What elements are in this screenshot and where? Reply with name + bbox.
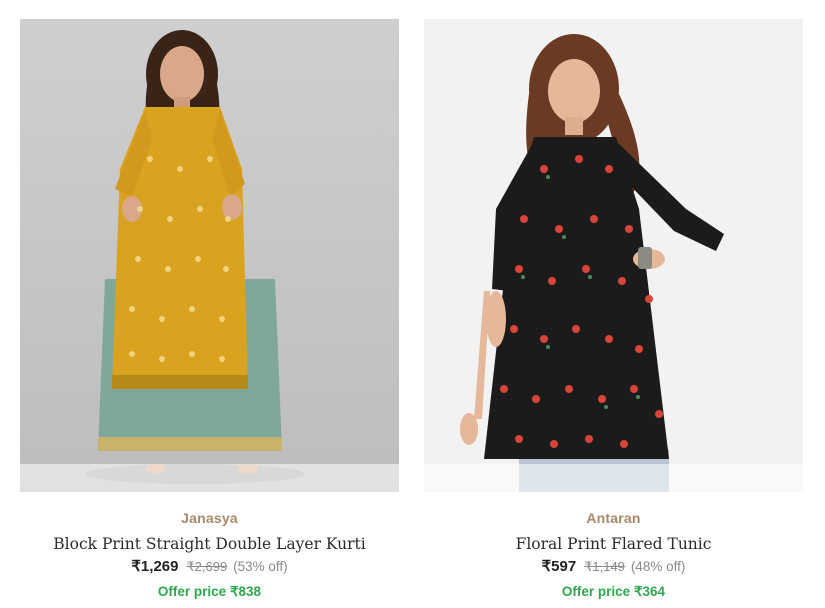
price-row: ₹597 ₹1,149 (48% off) bbox=[424, 555, 803, 577]
product-card-janasya[interactable]: Janasya Block Print Straight Double Laye… bbox=[20, 19, 399, 602]
brand-name[interactable]: Janasya bbox=[20, 508, 399, 528]
kurti-model-image bbox=[20, 19, 399, 492]
brand-name[interactable]: Antaran bbox=[424, 508, 803, 528]
product-title[interactable]: Floral Print Flared Tunic bbox=[424, 533, 803, 555]
offer-price: Offer price ₹838 bbox=[157, 584, 262, 599]
original-price: ₹1,149 bbox=[584, 559, 625, 574]
tunic-model-image bbox=[424, 19, 803, 492]
product-grid: Janasya Block Print Straight Double Laye… bbox=[0, 0, 825, 608]
original-price: ₹2,699 bbox=[186, 559, 228, 574]
product-info: Janasya Block Print Straight Double Laye… bbox=[20, 508, 399, 602]
product-title[interactable]: Block Print Straight Double Layer Kurti bbox=[20, 533, 399, 555]
sale-price: ₹597 bbox=[541, 558, 577, 575]
product-card-antaran[interactable]: Antaran Floral Print Flared Tunic ₹597 ₹… bbox=[424, 19, 803, 602]
discount-label: (53% off) bbox=[233, 559, 288, 574]
price-row: ₹1,269 ₹2,699 (53% off) bbox=[20, 555, 399, 577]
sale-price: ₹1,269 bbox=[131, 558, 179, 575]
offer-price: Offer price ₹364 bbox=[561, 584, 666, 599]
product-image-link[interactable] bbox=[424, 19, 803, 492]
product-info: Antaran Floral Print Flared Tunic ₹597 ₹… bbox=[424, 508, 803, 602]
discount-label: (48% off) bbox=[630, 559, 686, 574]
product-image-link[interactable] bbox=[20, 19, 399, 492]
